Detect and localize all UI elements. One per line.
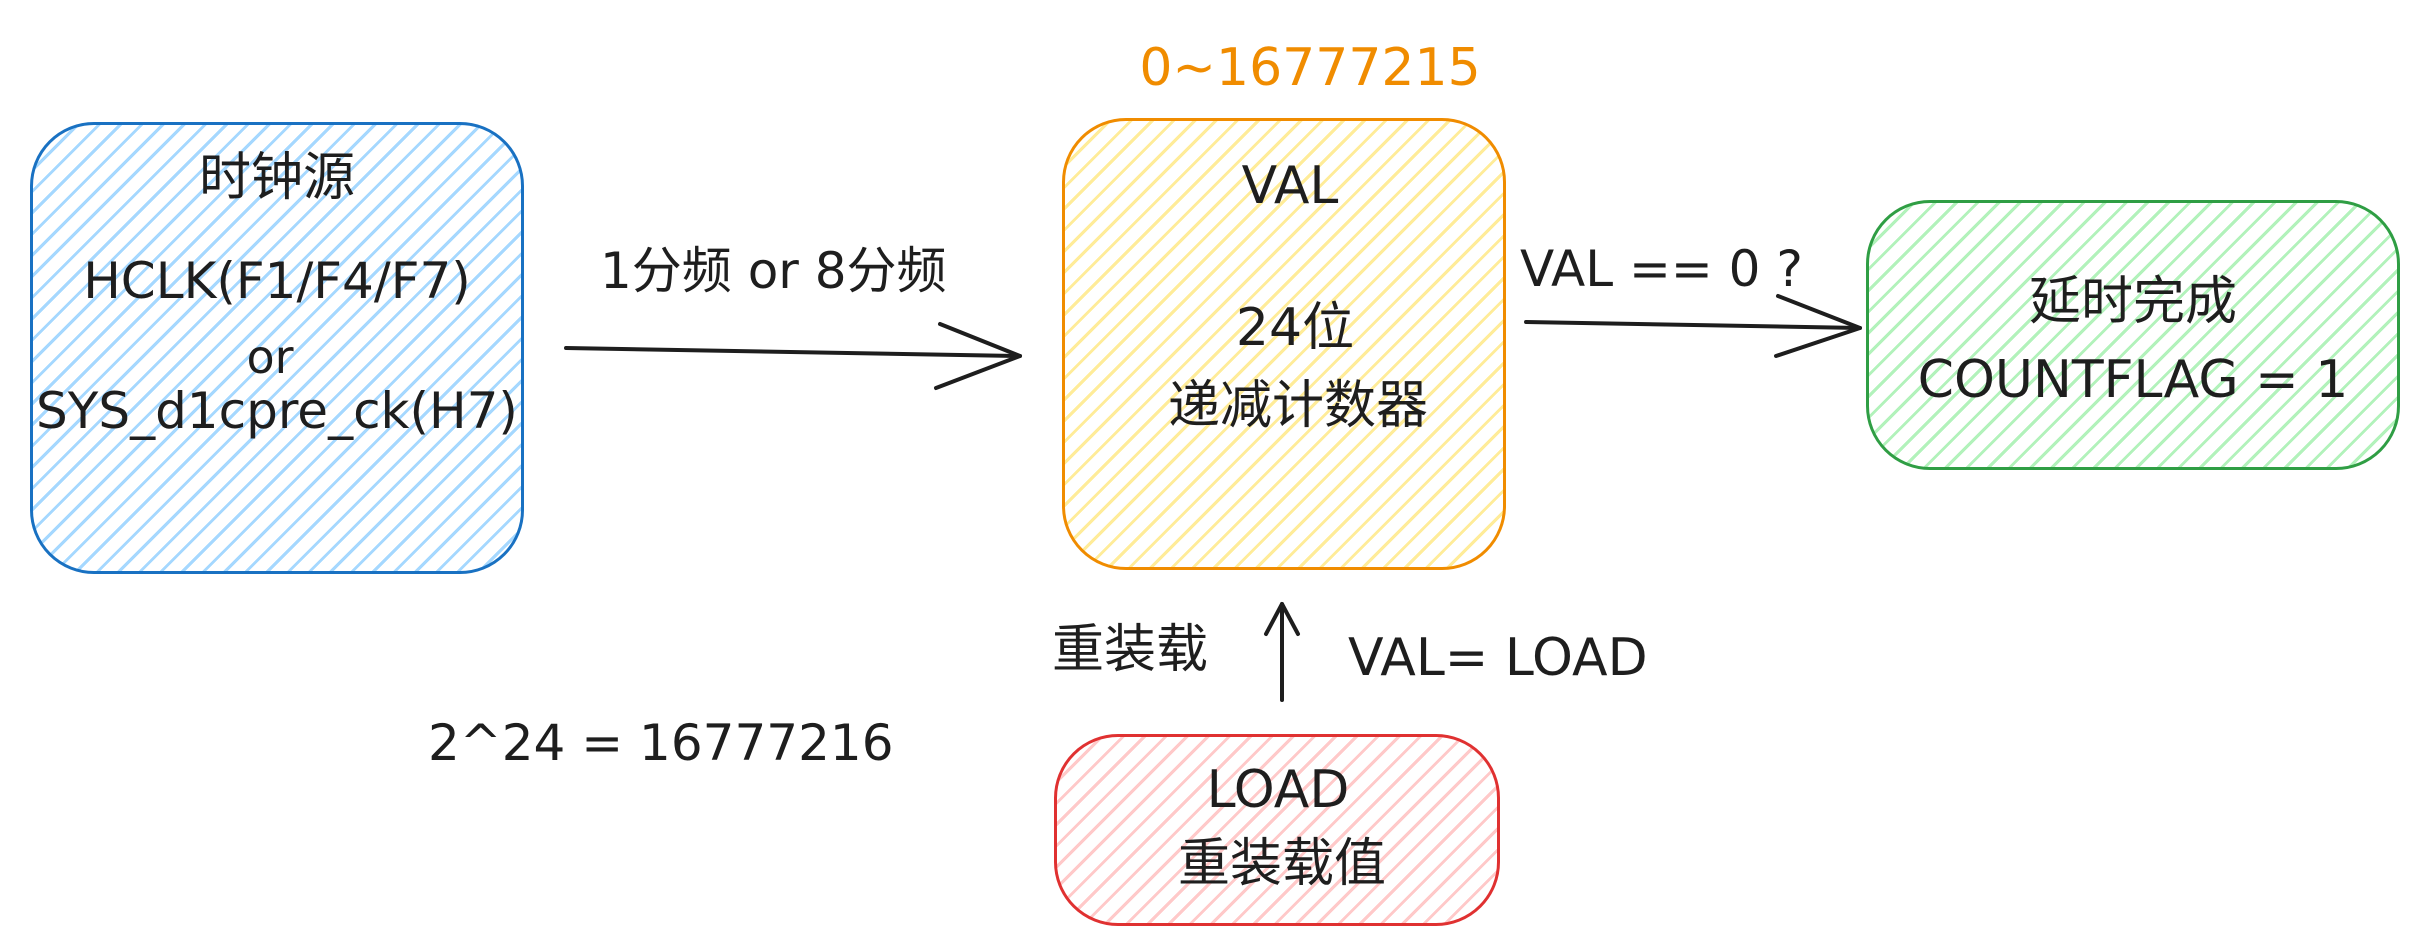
arrow-val-to-done [1524, 320, 1862, 330]
connector-layer [564, 294, 1862, 702]
systick-diagram: 时钟源 HCLK(F1/F4/F7) or SYS_d1cpre_ck(H7) … [0, 0, 2428, 952]
arrow-clock-to-val [564, 346, 1022, 358]
